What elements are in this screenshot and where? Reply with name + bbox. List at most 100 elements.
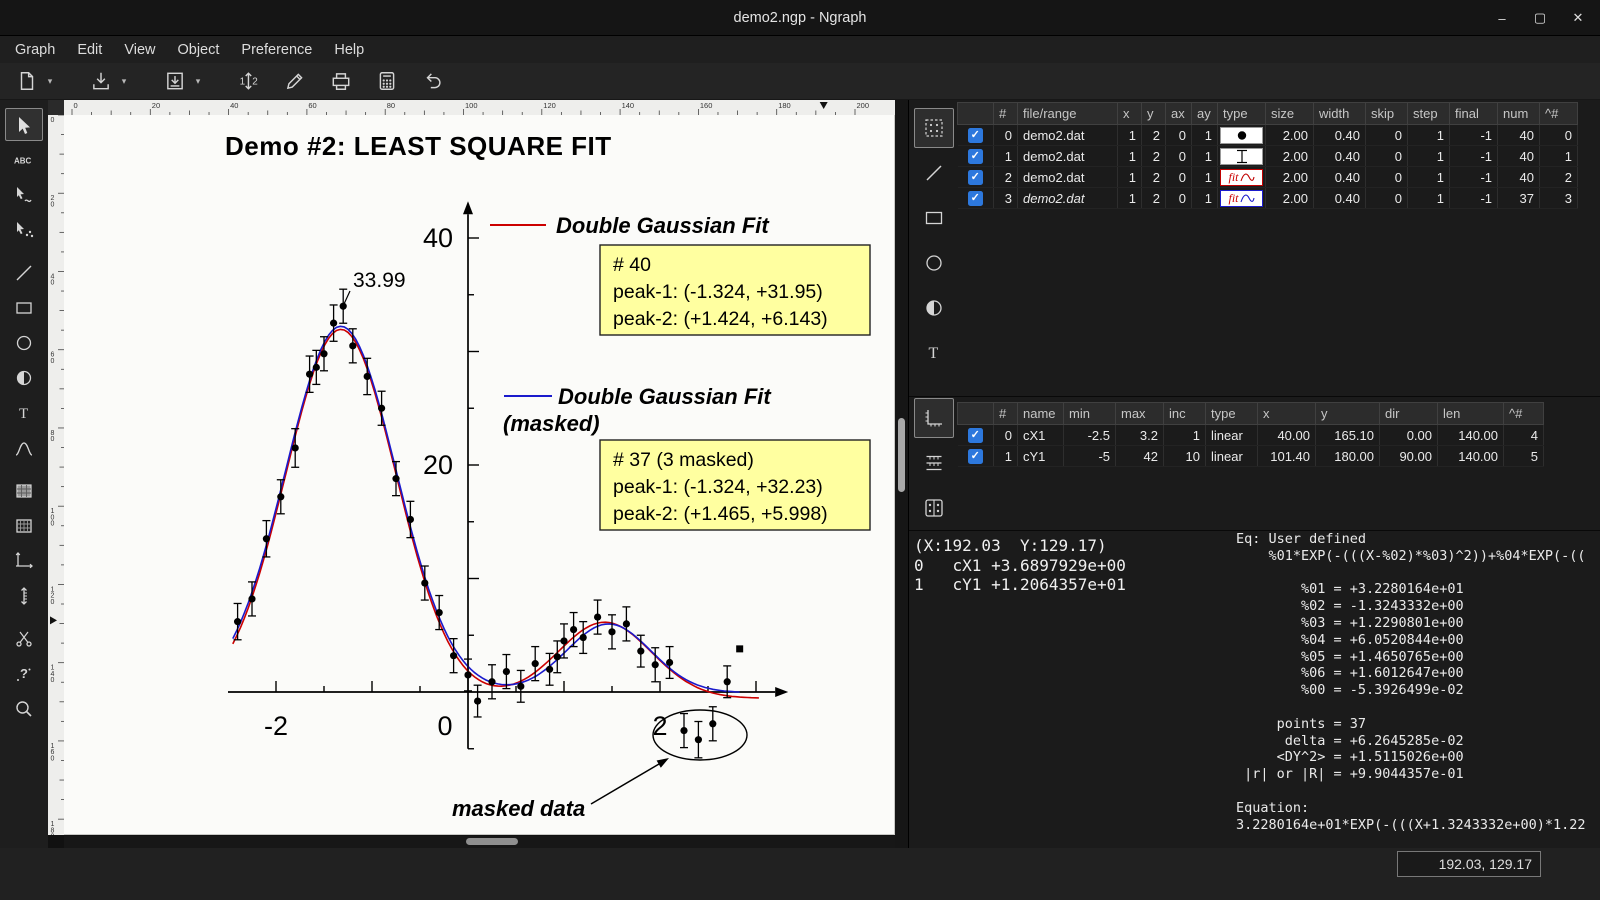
load-graph-button[interactable] (86, 66, 116, 96)
math-button[interactable] (372, 66, 402, 96)
x-tick-label: 0 (437, 711, 452, 741)
minimize-button[interactable]: – (1488, 5, 1516, 31)
axis-table-row[interactable]: ✓1cY1-54210linear101.40180.0090.00140.00… (958, 446, 1544, 467)
visible-checkbox[interactable]: ✓ (968, 449, 983, 464)
column-header-dir[interactable]: dir (1380, 403, 1438, 425)
plot-type-fit-blue-icon: fit (1220, 190, 1263, 207)
graph-plot[interactable]: Demo #2: LEAST SQUARE FIT-202204033.99Do… (64, 115, 895, 835)
load-graph-dropdown[interactable]: ▾ (116, 66, 132, 96)
text-pointer-button[interactable]: ABC (5, 143, 43, 176)
arc-list-button[interactable] (914, 243, 954, 283)
section-graph-tool-button[interactable] (5, 509, 43, 542)
horizontal-scrollbar-thumb[interactable] (466, 838, 518, 845)
evaluate-tool-button[interactable]: ? (5, 657, 43, 690)
column-header-size[interactable]: size (1266, 103, 1314, 125)
graph-page[interactable]: Demo #2: LEAST SQUARE FIT-202204033.99Do… (64, 115, 895, 835)
frame-graph-tool-button[interactable] (5, 474, 43, 507)
menu-preference[interactable]: Preference (230, 39, 323, 61)
visible-checkbox[interactable]: ✓ (968, 128, 983, 143)
rectangle-list-button[interactable] (914, 198, 954, 238)
pointer-button[interactable] (5, 108, 43, 141)
column-header-num[interactable]: num (1498, 103, 1540, 125)
column-header-[interactable]: # (994, 403, 1018, 425)
axis-scale-list-button[interactable] (914, 443, 954, 483)
horizontal-scrollbar[interactable] (64, 836, 895, 848)
visible-checkbox[interactable]: ✓ (968, 170, 983, 185)
arc-tool-button[interactable] (5, 326, 43, 359)
column-header-max[interactable]: max (1116, 403, 1164, 425)
column-header-x[interactable]: x (1118, 103, 1142, 125)
svg-text:0: 0 (51, 834, 55, 835)
column-header-min[interactable]: min (1064, 403, 1116, 425)
save-graph-button[interactable] (160, 66, 190, 96)
column-header-inc[interactable]: inc (1164, 403, 1206, 425)
file-table-row[interactable]: ✓0demo2.dat12012.000.4001-1400 (958, 125, 1578, 146)
menu-view[interactable]: View (113, 39, 166, 61)
zoom-tool-button[interactable] (5, 692, 43, 725)
menu-graph[interactable]: Graph (4, 39, 66, 61)
column-header-len[interactable]: len (1438, 403, 1504, 425)
single-axis-tool-button[interactable] (5, 579, 43, 612)
gauss-tool-button[interactable] (5, 431, 43, 464)
data-point (488, 678, 495, 685)
svg-text:120: 120 (543, 101, 556, 110)
close-button[interactable]: ✕ (1564, 5, 1592, 31)
column-header-y[interactable]: y (1316, 403, 1380, 425)
column-header-ax[interactable]: ax (1166, 103, 1192, 125)
save-graph-dropdown[interactable]: ▾ (190, 66, 206, 96)
column-header-x[interactable]: x (1258, 403, 1316, 425)
print-button[interactable] (326, 66, 356, 96)
file-table-row[interactable]: ✓2demo2.dat1201fit2.000.4001-1402 (958, 167, 1578, 188)
column-header-skip[interactable]: skip (1366, 103, 1408, 125)
column-header-final[interactable]: final (1450, 103, 1498, 125)
text-tool-button[interactable]: T (5, 396, 43, 429)
column-header-y[interactable]: y (1142, 103, 1166, 125)
data-point (709, 720, 716, 727)
file-table-row[interactable]: ✓1demo2.dat12012.000.4001-1401 (958, 146, 1578, 167)
new-graph-dropdown[interactable]: ▾ (42, 66, 58, 96)
menu-object[interactable]: Object (166, 39, 230, 61)
menu-edit[interactable]: Edit (66, 39, 113, 61)
column-header-name[interactable]: name (1018, 403, 1064, 425)
file-table-row[interactable]: ✓3demo2.dat1201fit2.000.4001-1373 (958, 188, 1578, 209)
fit-equation-panel: Eq: User defined %01*EXP(-(((X-%02)*%03)… (1236, 531, 1586, 833)
text-list-button[interactable]: T (914, 333, 954, 373)
column-header-[interactable]: ^# (1504, 403, 1544, 425)
arc-fill-tool-button[interactable] (5, 361, 43, 394)
path-list-button[interactable] (914, 153, 954, 193)
column-header-type[interactable]: type (1218, 103, 1266, 125)
column-header-width[interactable]: width (1314, 103, 1366, 125)
merge-list-button[interactable] (914, 488, 954, 528)
splitter-thumb[interactable] (898, 418, 905, 492)
menu-help[interactable]: Help (323, 39, 375, 61)
trimming-tool-button[interactable] (5, 622, 43, 655)
rectangle-tool-button[interactable] (5, 291, 43, 324)
panel-splitter[interactable] (895, 100, 908, 848)
axis-scale-undo-button[interactable]: 12 (234, 66, 264, 96)
line-tool-button[interactable] (5, 256, 43, 289)
visible-checkbox[interactable]: ✓ (968, 191, 983, 206)
column-header-ay[interactable]: ay (1192, 103, 1218, 125)
section-divider (909, 396, 1600, 397)
column-header-[interactable]: # (994, 103, 1018, 125)
cross-graph-tool-button[interactable] (5, 544, 43, 577)
data-pointer-button[interactable] (5, 213, 43, 246)
svg-text:80: 80 (387, 101, 395, 110)
legend-pointer-button[interactable] (5, 178, 43, 211)
column-header-[interactable]: ^# (1540, 103, 1578, 125)
axis-table-row[interactable]: ✓0cX1-2.53.21linear40.00165.100.00140.00… (958, 425, 1544, 446)
draw-button[interactable] (280, 66, 310, 96)
mark-list-button[interactable] (914, 288, 954, 328)
axis-list-button[interactable] (914, 398, 954, 438)
data-point (392, 475, 399, 482)
visible-checkbox[interactable]: ✓ (968, 149, 983, 164)
data-point (474, 697, 481, 704)
column-header-filerange[interactable]: file/range (1018, 103, 1118, 125)
visible-checkbox[interactable]: ✓ (968, 428, 983, 443)
maximize-button[interactable]: ▢ (1526, 5, 1554, 31)
undo-button[interactable] (418, 66, 448, 96)
column-header-step[interactable]: step (1408, 103, 1450, 125)
column-header-type[interactable]: type (1206, 403, 1258, 425)
new-graph-button[interactable] (12, 66, 42, 96)
data-list-button[interactable] (914, 108, 954, 148)
